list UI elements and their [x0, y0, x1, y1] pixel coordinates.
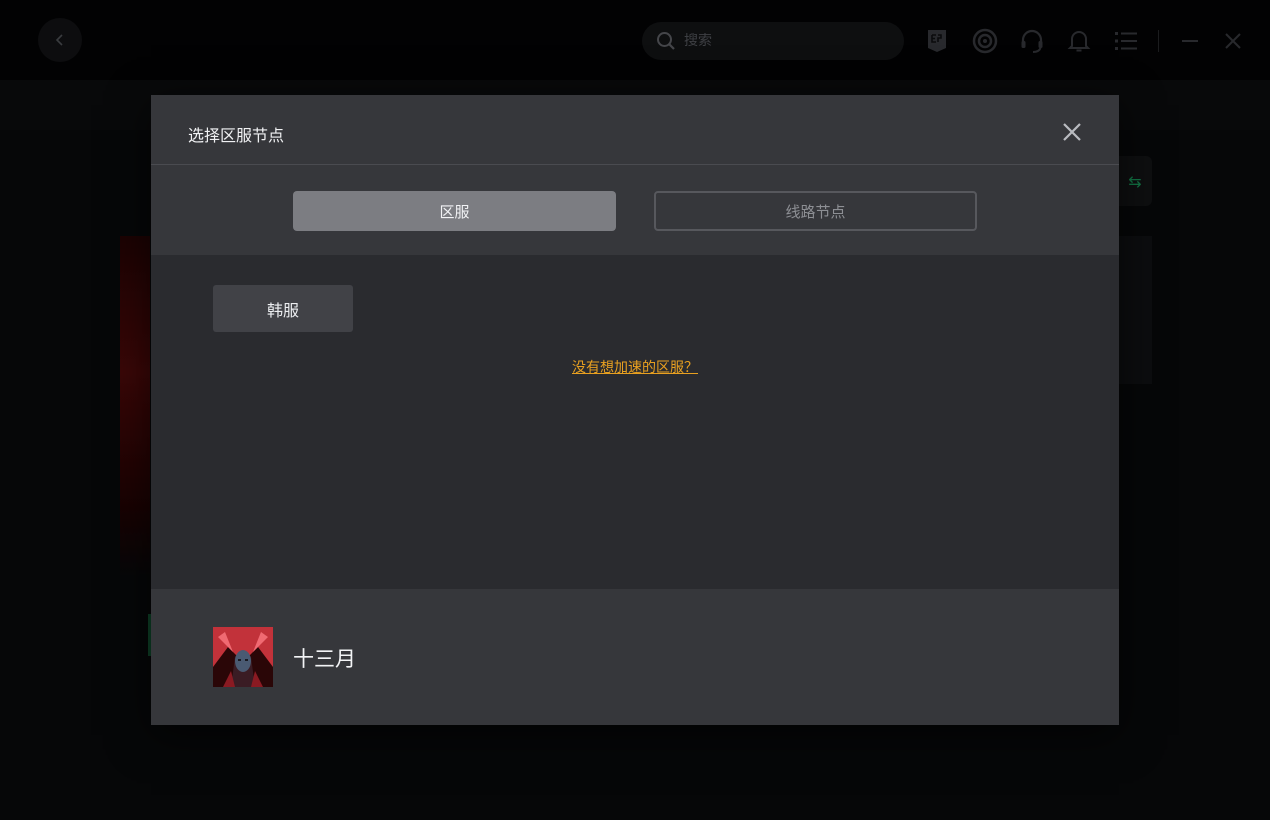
server-list: 韩服 没有想加速的区服？ [151, 255, 1119, 589]
dialog-title: 选择区服节点 [188, 126, 285, 145]
dialog-footer: 十三月 [151, 589, 1119, 725]
hint-link-row: 没有想加速的区服？ [151, 357, 1119, 377]
tab-server[interactable]: 区服 [293, 191, 616, 231]
missing-server-link[interactable]: 没有想加速的区服？ [572, 360, 698, 376]
dialog-close-button[interactable] [1059, 119, 1085, 145]
tab-bar: 区服 线路节点 [151, 165, 1119, 255]
app-window: ⇆ 选择区服节点 区服 线路节点 韩服 没有想加速的区服？ [0, 0, 1270, 820]
server-select-dialog: 选择区服节点 区服 线路节点 韩服 没有想加速的区服？ 十三月 [151, 95, 1119, 725]
game-avatar [213, 627, 273, 687]
server-option-korea[interactable]: 韩服 [213, 285, 353, 332]
game-cover-image [213, 627, 273, 687]
game-name: 十三月 [293, 647, 356, 671]
close-icon [1063, 123, 1081, 141]
tab-route-node[interactable]: 线路节点 [654, 191, 977, 231]
dialog-header: 选择区服节点 [151, 95, 1119, 165]
